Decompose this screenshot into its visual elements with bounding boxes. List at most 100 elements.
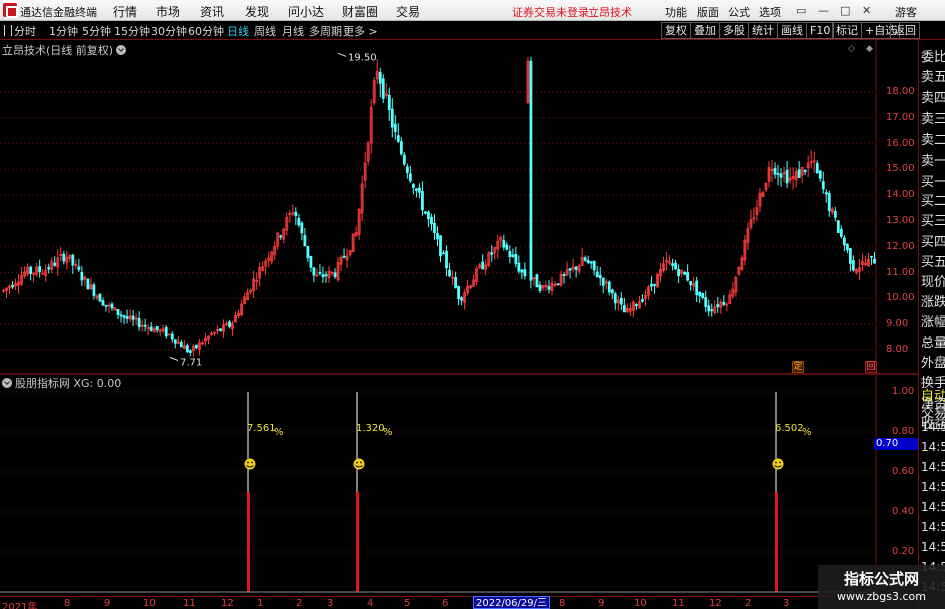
candle-body (870, 255, 873, 258)
candle-body (179, 341, 183, 348)
candle-body (803, 170, 807, 173)
period-weekly[interactable]: 周线 (254, 23, 276, 39)
menu-wenxiaoda[interactable]: 问小达 (288, 3, 324, 20)
menu-xuanxiang[interactable]: 选项 (759, 4, 781, 20)
candle-body (164, 327, 168, 337)
signal-pct-2: 1.320% (356, 423, 393, 438)
candle-body (454, 276, 457, 289)
app-logo-icon (3, 3, 18, 18)
quote-item[interactable]: 涨幅 (921, 311, 945, 330)
diejia-button[interactable]: 叠加 (690, 22, 720, 39)
quote-item[interactable]: 买二 (921, 190, 945, 209)
candle-body (279, 235, 283, 238)
close-icon[interactable]: ✕ (862, 4, 871, 17)
menu-bar: 通达信金融终端 行情 市场 资讯 发现 问小达 财富圈 交易 证券交易未登录 立… (0, 0, 945, 21)
price-tick-label: 15.00 (886, 163, 915, 175)
candle-body (125, 316, 129, 319)
watermark-url: www.zbgs3.com (837, 590, 926, 603)
candle-body (306, 245, 310, 259)
period-fenshi[interactable]: 分时 (4, 23, 36, 39)
candle-body (194, 344, 198, 349)
candle-body (653, 283, 656, 287)
tongji-button[interactable]: 统计 (748, 22, 778, 39)
quote-item[interactable]: 外盘 (921, 352, 945, 371)
menu-hangqing[interactable]: 行情 (113, 3, 137, 20)
low-label: 7.71 (180, 357, 202, 368)
quote-item[interactable]: 委比 (921, 46, 945, 65)
quote-item[interactable]: 卖五 (921, 66, 945, 85)
date-label: 3 (327, 598, 334, 609)
split-icon (4, 25, 12, 36)
candle-body (149, 326, 153, 331)
candle-body (421, 190, 424, 211)
hui-mark[interactable]: 回 (865, 361, 877, 373)
candle-body (393, 123, 397, 133)
candle-body (562, 274, 566, 277)
quote-item[interactable]: 涨跌 (921, 291, 945, 310)
quote-item[interactable]: 买三 (921, 210, 945, 229)
quote-item[interactable]: 卖一 (921, 150, 945, 169)
indicator-tick-label: 1.00 (892, 386, 915, 397)
candle-body (502, 240, 506, 248)
candle-body (77, 266, 81, 270)
period-daily[interactable]: 日线 (227, 23, 249, 39)
indicator-chart[interactable] (0, 375, 918, 596)
candle-body (312, 267, 316, 276)
guest-label[interactable]: 游客 (895, 4, 917, 20)
period-1min[interactable]: 1分钟 (49, 23, 78, 39)
period-5min[interactable]: 5分钟 (82, 23, 111, 39)
quote-item[interactable]: 卖四 (921, 87, 945, 106)
quote-item[interactable]: 卖二 (921, 129, 945, 148)
ding-mark[interactable]: 定 (792, 361, 804, 373)
price-chart[interactable]: 19.50 7.71 (0, 40, 918, 375)
candle-body (47, 267, 51, 270)
candle-body (704, 297, 708, 307)
candle-body (610, 289, 614, 294)
restore-icon[interactable]: ▭ (796, 4, 806, 17)
quote-item[interactable]: 买五 (921, 251, 945, 270)
candle-body (622, 305, 626, 313)
smiley-eye (779, 461, 781, 464)
candle-body (586, 260, 590, 264)
menu-caifuquan[interactable]: 财富圈 (342, 3, 378, 20)
period-monthly[interactable]: 月线 (282, 23, 304, 39)
candle-body (535, 274, 539, 288)
date-label: 10 (634, 598, 647, 609)
huaxian-button[interactable]: 画线 (777, 22, 807, 39)
signal-pct-1: 7.561% (247, 423, 284, 438)
quote-item[interactable]: 买一 (921, 171, 945, 190)
candle-body (333, 272, 337, 278)
maximize-icon[interactable]: □ (840, 4, 850, 17)
quote-item[interactable]: 卖三 (921, 108, 945, 127)
menu-banmian[interactable]: 版面 (697, 4, 719, 20)
minimize-icon[interactable]: — (818, 4, 829, 17)
tab-trade[interactable]: 交易 (921, 402, 945, 421)
trade-login-notice[interactable]: 证券交易未登录 (512, 4, 589, 20)
period-15min[interactable]: 15分钟 (114, 23, 150, 39)
quote-item[interactable]: 买四 (921, 231, 945, 250)
fuquan-button[interactable]: 复权 (661, 22, 691, 39)
date-label: 2 (745, 598, 752, 609)
menu-gongneng[interactable]: 功能 (665, 4, 687, 20)
menu-shichang[interactable]: 市场 (156, 3, 180, 20)
period-60min[interactable]: 60分钟 (188, 23, 224, 39)
biaoji-button[interactable]: 标记 (832, 22, 862, 39)
menu-faxian[interactable]: 发现 (245, 3, 269, 20)
signal-bar (775, 492, 778, 592)
menu-zixun[interactable]: 资讯 (200, 3, 224, 20)
period-more[interactable]: 更多 > (343, 23, 378, 39)
f10-button[interactable]: F10 (806, 22, 835, 39)
period-30min[interactable]: 30分钟 (151, 23, 187, 39)
candle-body (773, 167, 777, 175)
candle-body (390, 108, 394, 128)
menu-gongshi[interactable]: 公式 (728, 4, 750, 20)
quote-item[interactable]: 现价 (921, 271, 945, 290)
back-button[interactable]: 返回 (890, 22, 920, 39)
quote-item[interactable]: 总量 (921, 332, 945, 351)
candle-body (101, 300, 105, 306)
smiley-eye (356, 461, 358, 464)
duogu-button[interactable]: 多股 (719, 22, 749, 39)
menu-jiaoyi[interactable]: 交易 (396, 3, 420, 20)
signal-bar (356, 492, 359, 592)
period-multi[interactable]: 多周期 (309, 23, 342, 39)
